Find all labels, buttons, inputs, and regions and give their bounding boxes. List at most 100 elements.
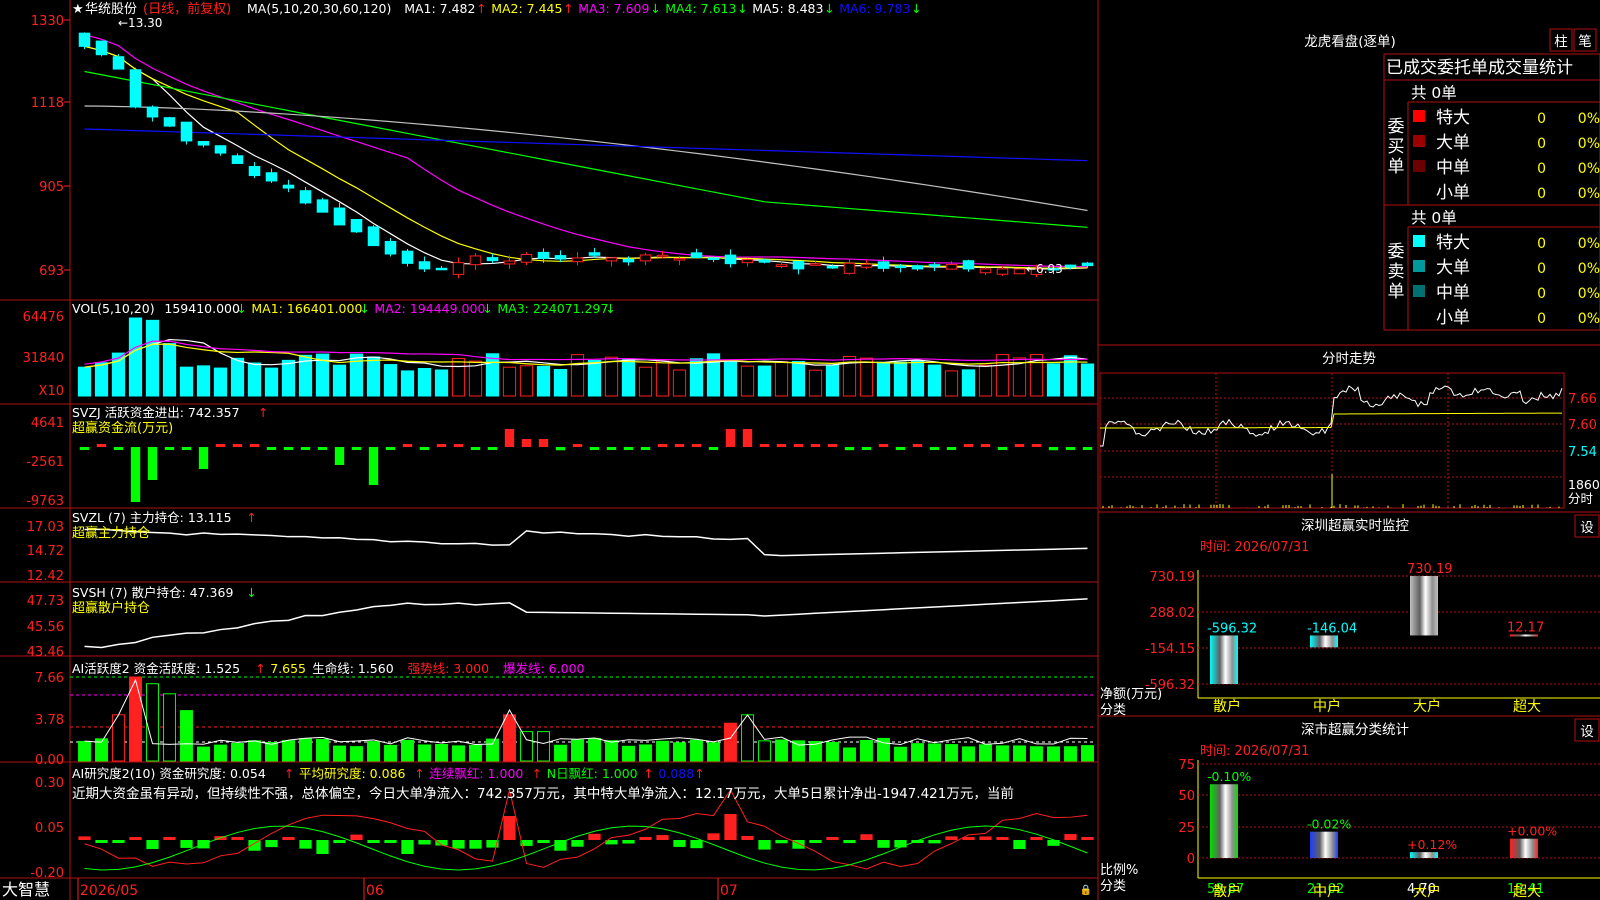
- vol-axis-label: 31840: [23, 351, 64, 366]
- candle-body: [707, 257, 720, 261]
- fund-flow-bar: [181, 447, 192, 450]
- candle-body: [860, 263, 873, 268]
- plot-marks: [77, 32, 1563, 871]
- fund-flow-bar: [793, 444, 804, 447]
- fund-flow-bar: [249, 444, 260, 447]
- svzj-subtitle: 超赢资金流(万元): [72, 420, 173, 436]
- volume-bar: [774, 361, 789, 397]
- svsh-header-0: SVSH (7) 散户持仓: 47.369: [72, 585, 233, 600]
- candle-body: [129, 69, 142, 108]
- active-header-4: 爆发线: 6.000: [503, 661, 585, 676]
- volume-bar: [944, 370, 959, 397]
- classify-title: 深市超赢分类统计: [1301, 721, 1409, 738]
- activity-bar: [214, 744, 227, 762]
- volume-bar: [281, 359, 296, 397]
- svzl-axis-label: 12.42: [27, 569, 64, 584]
- chart-canvas[interactable]: 1330 1118 905 693 ★ 华统股份 (日线，前复权) MA(5,10,20,30…: [0, 0, 1600, 900]
- research-bar: [996, 837, 1009, 840]
- dragon-sell-swatch: [1413, 235, 1425, 247]
- svsh-subtitle: 超赢散户持仓: [72, 600, 150, 616]
- fund-flow-bar: [266, 447, 277, 450]
- research-bar: [622, 840, 635, 844]
- candle-body: [520, 254, 533, 263]
- fund-flow-bar: [419, 447, 430, 450]
- main-position-line: [84, 528, 1088, 557]
- fund-flow-bar: [776, 444, 787, 447]
- research-header-arrow: ↑: [284, 766, 294, 781]
- dragon-row-count: 0: [1537, 311, 1546, 327]
- candle-body: [911, 265, 924, 270]
- volume-bar: [740, 365, 755, 397]
- candle-body: [163, 117, 176, 127]
- research-bar: [554, 840, 567, 851]
- active-header-3: 强势线: 3.000: [408, 661, 490, 676]
- candle-body: [571, 257, 584, 263]
- svzl-subtitle: 超赢主力持仓: [72, 525, 150, 541]
- activity-bar: [520, 731, 533, 762]
- volume-bar: [145, 319, 160, 397]
- ma-header-arrow: ↓: [824, 1, 834, 16]
- dragon-row-pct: 0%: [1578, 186, 1600, 202]
- volume-bar: [383, 364, 398, 397]
- candle-body: [826, 265, 839, 269]
- dragon-sell-side-char: 单: [1388, 282, 1405, 302]
- research-bar: [1030, 837, 1043, 840]
- fund-flow-bar: [674, 444, 685, 447]
- activity-bar: [826, 741, 839, 762]
- candle-body: [809, 263, 822, 266]
- vol-header-arrow: ↓: [605, 301, 615, 316]
- fund-flow-bar: [640, 447, 651, 450]
- activity-bar: [894, 746, 907, 762]
- intraday-price-line: [1100, 385, 1563, 447]
- activity-bar: [588, 737, 601, 762]
- volume-bar: [638, 366, 653, 397]
- candle-body: [639, 254, 652, 262]
- svsh-header-arrow: ↓: [246, 585, 256, 600]
- intraday-unit-label: 分时: [1568, 491, 1594, 506]
- volume-bar: [502, 366, 517, 397]
- activity-bar: [707, 742, 720, 762]
- activity-bar: [622, 745, 635, 762]
- ma-header-1: MA1: 7.482: [404, 1, 475, 16]
- dragon-sell-side-char: 委: [1388, 242, 1405, 262]
- ma-header-arrow: ↑: [563, 1, 573, 16]
- classify-bar-rect: [1310, 831, 1338, 858]
- active-header-2: 生命线: 1.560: [312, 661, 394, 676]
- activity-bar: [350, 746, 363, 762]
- volume-bar: [961, 369, 976, 397]
- activity-bar: [911, 743, 924, 762]
- dragon-buy-side-char: 单: [1388, 157, 1405, 177]
- dragon-row-count: 0: [1537, 236, 1546, 252]
- activity-bar: [1013, 745, 1026, 762]
- classify-bar-1: [1310, 831, 1338, 858]
- classify-axis-label: 50: [1178, 789, 1195, 804]
- star-icon: ★: [72, 2, 84, 17]
- fund-flow-bar: [334, 447, 345, 465]
- activity-bar: [843, 747, 856, 762]
- price-axis-label: 1330: [31, 14, 64, 29]
- volume-bar: [1080, 363, 1095, 397]
- candle-body: [605, 257, 618, 262]
- candle-body: [741, 259, 754, 264]
- monitor-side-sub: 分类: [1100, 703, 1126, 718]
- activity-bar: [945, 744, 958, 762]
- research-bar: [418, 840, 431, 845]
- monitor-value-label: 730.19: [1407, 562, 1453, 577]
- classify-side-sub: 分类: [1100, 879, 1126, 894]
- dragon-row-label: 中单: [1436, 158, 1470, 178]
- vol-header-arrow: ↓: [359, 301, 369, 316]
- fund-flow-bar: [1031, 444, 1042, 447]
- dragon-row-label: 中单: [1436, 283, 1470, 303]
- research-header-arrow: ↑: [532, 766, 542, 781]
- period-label: (日线，前复权): [143, 1, 231, 17]
- fund-flow-bar: [589, 447, 600, 450]
- stock-name: 华统股份: [85, 2, 137, 17]
- research-bar: [112, 840, 125, 843]
- activity-bar: [979, 744, 992, 762]
- high-price-label: ←13.30: [118, 16, 162, 30]
- dragon-sell-total: 共 0单: [1411, 209, 1457, 227]
- volume-bar: [485, 353, 500, 397]
- activity-bar: [758, 740, 771, 762]
- classify-change-label: -0.10%: [1207, 769, 1251, 784]
- classify-change-label: +0.00%: [1507, 824, 1557, 839]
